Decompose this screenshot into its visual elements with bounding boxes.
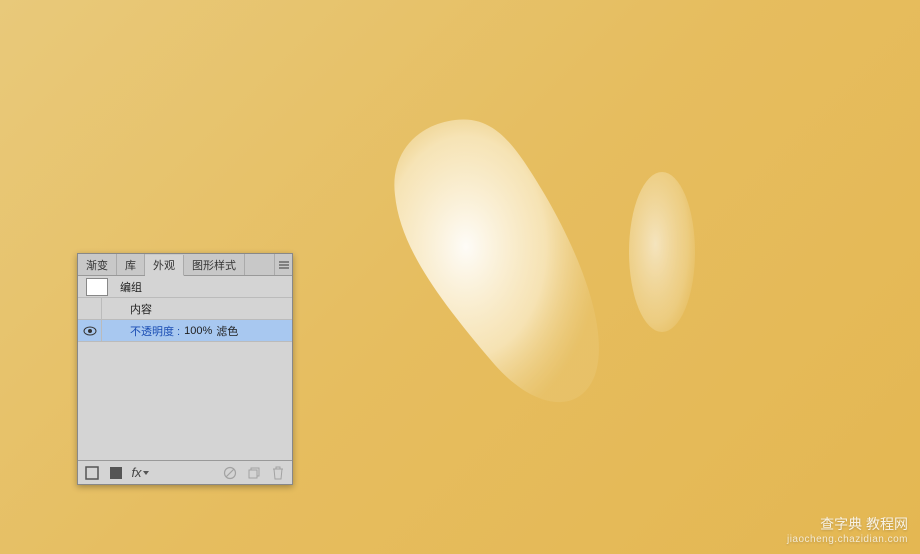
contents-label: 内容 <box>102 301 292 317</box>
appearance-panel: 渐变 库 外观 图形样式 编组 内容 不透明度 : <box>77 253 293 485</box>
highlight-blob-small <box>627 170 697 335</box>
panel-body: 编组 内容 不透明度 : 100% 滤色 <box>78 276 292 460</box>
opacity-label[interactable]: 不透明度 : <box>130 323 180 339</box>
tab-gradient[interactable]: 渐变 <box>78 254 117 275</box>
blend-mode-value: 滤色 <box>216 323 238 339</box>
row-contents[interactable]: 内容 <box>78 298 292 320</box>
tab-graphic-styles[interactable]: 图形样式 <box>184 254 245 275</box>
visibility-toggle[interactable] <box>78 320 102 341</box>
tab-library[interactable]: 库 <box>117 254 145 275</box>
highlight-blob-large <box>385 115 605 410</box>
watermark-url: jiaocheng.chazidian.com <box>787 533 908 546</box>
group-thumbnail <box>86 278 108 296</box>
group-label: 编组 <box>114 279 292 295</box>
panel-tab-bar: 渐变 库 外观 图形样式 <box>78 254 292 276</box>
watermark: 查字典 教程网 jiaocheng.chazidian.com <box>787 515 908 546</box>
tab-appearance[interactable]: 外观 <box>145 255 184 276</box>
panel-footer: fx <box>78 460 292 484</box>
clear-appearance-button[interactable] <box>220 464 240 482</box>
panel-menu-button[interactable] <box>274 254 292 275</box>
duplicate-item-button[interactable] <box>244 464 264 482</box>
row-opacity[interactable]: 不透明度 : 100% 滤色 <box>78 320 292 342</box>
row-group[interactable]: 编组 <box>78 276 292 298</box>
watermark-title: 查字典 教程网 <box>787 515 908 533</box>
new-stroke-button[interactable] <box>82 464 102 482</box>
opacity-value: 100% <box>184 325 212 337</box>
opacity-row-content: 不透明度 : 100% 滤色 <box>102 323 292 339</box>
add-effect-button[interactable]: fx <box>130 464 150 482</box>
new-fill-button[interactable] <box>106 464 126 482</box>
visibility-col-empty <box>78 298 102 319</box>
delete-item-button[interactable] <box>268 464 288 482</box>
panel-empty-area <box>78 342 292 460</box>
canvas-background[interactable]: 渐变 库 外观 图形样式 编组 内容 不透明度 : <box>0 0 920 554</box>
